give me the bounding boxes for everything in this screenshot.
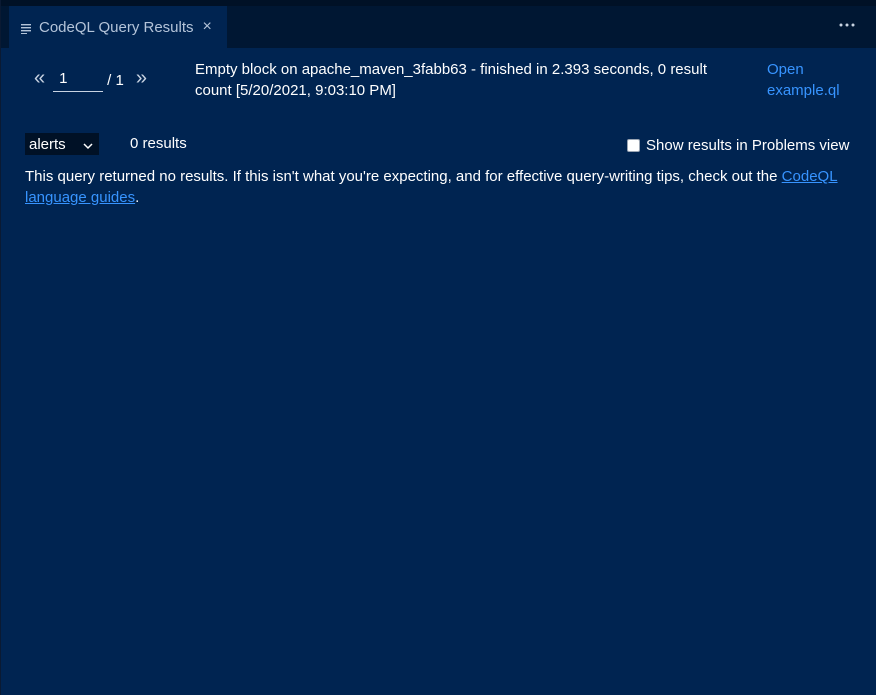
pagination: « / 1 »	[34, 66, 161, 94]
show-in-problems-checkbox[interactable]	[627, 139, 640, 152]
tab-bar: CodeQL Query Results ×	[1, 0, 876, 48]
page-number-input[interactable]	[53, 68, 104, 92]
result-set-selected: alerts	[29, 135, 66, 153]
tab-codeql-query-results[interactable]: CodeQL Query Results ×	[9, 6, 227, 48]
page-total: / 1	[107, 71, 124, 89]
message-end: .	[135, 189, 140, 206]
query-results-panel: CodeQL Query Results × « / 1 » Empty blo…	[0, 0, 876, 695]
result-count: 0 results	[130, 135, 187, 152]
query-summary: Empty block on apache_maven_3fabb63 - fi…	[195, 61, 707, 99]
open-query-link[interactable]: Open example.ql	[767, 59, 857, 101]
more-actions-icon[interactable]	[837, 15, 859, 35]
show-in-problems-toggle[interactable]: Show results in Problems view	[627, 137, 849, 154]
no-results-text: This query returned no results. If this …	[25, 168, 782, 185]
show-in-problems-label: Show results in Problems view	[646, 137, 850, 154]
previous-page-button[interactable]: «	[34, 68, 45, 88]
no-results-message: This query returned no results. If this …	[25, 166, 855, 208]
result-set-select[interactable]: alerts	[25, 133, 99, 155]
close-icon[interactable]: ×	[203, 19, 212, 35]
tab-title: CodeQL Query Results	[39, 18, 194, 36]
next-page-button[interactable]: »	[136, 68, 147, 88]
chevron-down-icon	[83, 138, 93, 150]
list-lines-icon	[21, 21, 32, 34]
